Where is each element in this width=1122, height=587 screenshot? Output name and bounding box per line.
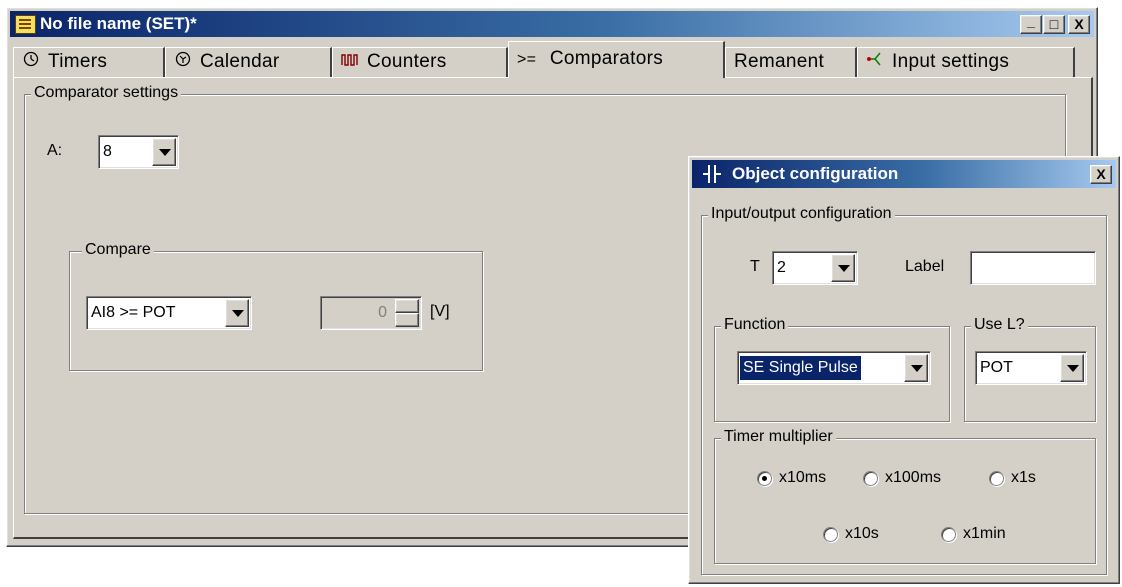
radio-button[interactable] bbox=[823, 527, 838, 542]
close-icon: X bbox=[1074, 16, 1084, 32]
chevron-down-icon[interactable] bbox=[904, 354, 928, 382]
label-label: Label bbox=[905, 258, 945, 275]
t-select-value: 2 bbox=[777, 259, 786, 276]
group-legend: Input/output configuration bbox=[708, 205, 895, 223]
tab-label: Counters bbox=[367, 51, 447, 72]
use-l-group: Use L? POT bbox=[964, 316, 1096, 422]
group-legend: Timer multiplier bbox=[721, 428, 836, 446]
maximize-icon: □ bbox=[1049, 16, 1059, 32]
dialog-title: Object configuration bbox=[732, 164, 899, 183]
maximize-button[interactable]: □ bbox=[1043, 15, 1065, 34]
function-select[interactable]: SE Single Pulse bbox=[737, 351, 931, 385]
t-select[interactable]: 2 bbox=[772, 251, 858, 285]
value-spinner[interactable]: 0 bbox=[320, 296, 422, 330]
tab-label: Input settings bbox=[892, 51, 1010, 72]
use-l-select[interactable]: POT bbox=[975, 351, 1087, 385]
use-l-select-value: POT bbox=[980, 359, 1013, 376]
radio-label: x100ms bbox=[885, 469, 942, 486]
object-configuration-dialog: Object configuration X Input/output conf… bbox=[688, 156, 1120, 584]
spinner-up-icon[interactable] bbox=[395, 299, 419, 313]
close-button[interactable]: X bbox=[1068, 15, 1090, 34]
comparator-icon: >= bbox=[517, 51, 537, 68]
radio-label: x10ms bbox=[779, 469, 827, 486]
tab-label: Calendar bbox=[200, 51, 280, 72]
radio-button[interactable] bbox=[941, 527, 956, 542]
chevron-down-icon[interactable] bbox=[1060, 354, 1084, 382]
io-config-group: Input/output configuration T 2 Label Fun… bbox=[701, 205, 1107, 575]
tab-label: Remanent bbox=[734, 51, 825, 72]
tab-remanent[interactable]: Remanent bbox=[725, 47, 857, 77]
function-select-value: SE Single Pulse bbox=[740, 356, 861, 380]
a-label: A: bbox=[47, 142, 63, 159]
compare-expression-value: AI8 >= POT bbox=[91, 304, 176, 321]
timer-multiplier-group: Timer multiplier x10ms x100ms x1s x10s x… bbox=[714, 428, 1096, 564]
dialog-close-button[interactable]: X bbox=[1090, 165, 1112, 184]
tab-input-settings[interactable]: Input settings bbox=[857, 47, 1075, 77]
calendar-clock-icon bbox=[174, 51, 192, 73]
unit-label: [V] bbox=[430, 303, 450, 320]
compare-group: Compare AI8 >= POT 0 [V] bbox=[69, 241, 483, 371]
compare-expression-select[interactable]: AI8 >= POT bbox=[86, 296, 252, 330]
radio-label: x10s bbox=[845, 525, 879, 542]
tab-calendar[interactable]: Calendar bbox=[165, 47, 332, 77]
chevron-down-icon[interactable] bbox=[225, 299, 249, 327]
chevron-down-icon[interactable] bbox=[831, 254, 855, 282]
dialog-titlebar[interactable]: Object configuration X bbox=[692, 160, 1116, 188]
t-label: T bbox=[750, 258, 760, 275]
tab-strip: Timers Calendar Counters >= Comparators … bbox=[13, 41, 1091, 78]
app-icon bbox=[15, 15, 36, 34]
input-settings-icon bbox=[866, 51, 884, 73]
clock-icon bbox=[22, 51, 40, 73]
label-input[interactable] bbox=[970, 251, 1096, 285]
tab-label: Timers bbox=[48, 51, 108, 72]
tab-label: Comparators bbox=[549, 48, 664, 69]
radio-label: x1min bbox=[963, 525, 1006, 542]
tab-counters[interactable]: Counters bbox=[332, 47, 508, 77]
group-legend: Function bbox=[721, 316, 789, 334]
group-legend: Comparator settings bbox=[31, 84, 182, 102]
close-icon: X bbox=[1096, 166, 1106, 182]
radio-label: x1s bbox=[1011, 469, 1036, 486]
a-select[interactable]: 8 bbox=[98, 135, 179, 169]
chevron-down-icon[interactable] bbox=[152, 138, 176, 166]
minimize-button[interactable]: _ bbox=[1020, 13, 1042, 34]
group-legend: Use L? bbox=[971, 316, 1028, 334]
tab-comparators[interactable]: >= Comparators bbox=[508, 41, 725, 78]
radio-button[interactable] bbox=[863, 471, 878, 486]
main-titlebar[interactable]: No file name (SET)* _ □ X bbox=[10, 11, 1094, 37]
spinner-down-icon[interactable] bbox=[395, 313, 419, 327]
minimize-icon: _ bbox=[1027, 13, 1035, 29]
function-group: Function SE Single Pulse bbox=[714, 316, 950, 422]
a-select-value: 8 bbox=[103, 143, 112, 160]
group-legend: Compare bbox=[82, 241, 154, 259]
radio-button[interactable] bbox=[757, 471, 772, 486]
pulse-counter-icon bbox=[341, 51, 359, 73]
spinner-value: 0 bbox=[378, 304, 387, 321]
window-title: No file name (SET)* bbox=[40, 14, 197, 33]
radio-button[interactable] bbox=[989, 471, 1004, 486]
dialog-icon bbox=[702, 164, 722, 189]
tab-timers[interactable]: Timers bbox=[13, 47, 165, 77]
